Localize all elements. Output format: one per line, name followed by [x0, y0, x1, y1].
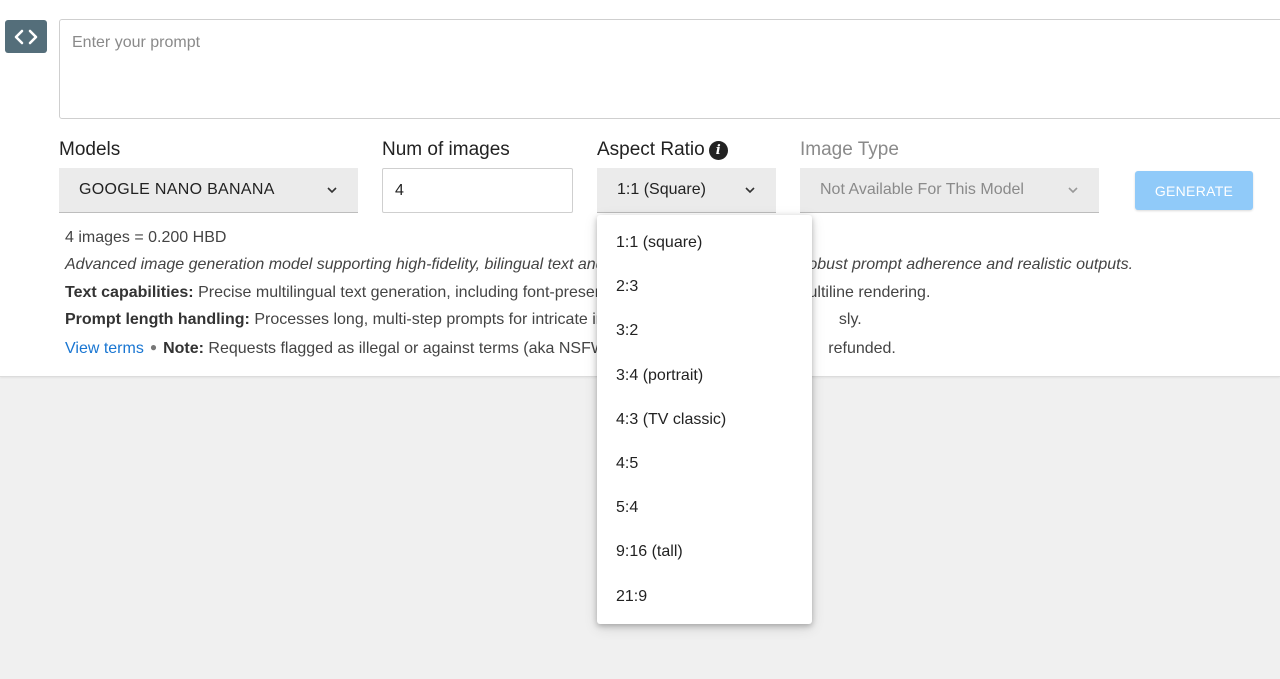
text-capabilities-left: Precise multilingual text generation, in…	[193, 283, 621, 301]
aspect-option[interactable]: 3:4 (portrait)	[597, 354, 812, 398]
prompt-input[interactable]	[59, 19, 1280, 119]
models-selected-value: GOOGLE NANO BANANA	[79, 181, 275, 198]
prompt-length-left: Processes long, multi-step prompts for i…	[249, 311, 627, 329]
text-capabilities-label: Text capabilities:	[65, 283, 194, 301]
generate-button[interactable]: GENERATE	[1135, 171, 1253, 210]
image-type-label: Image Type	[800, 139, 899, 160]
code-brackets-icon	[14, 29, 38, 44]
aspect-option[interactable]: 4:5	[597, 442, 812, 486]
aspect-option[interactable]: 1:1 (square)	[597, 221, 812, 265]
aspect-ratio-dropdown: 1:1 (square) 2:3 3:2 3:4 (portrait) 4:3 …	[597, 215, 812, 624]
separator-dot: ●	[149, 339, 158, 354]
aspect-ratio-label-text: Aspect Ratio	[597, 139, 705, 160]
note-left: Requests flagged as illegal or against t…	[203, 339, 612, 357]
model-description-left: Advanced image generation model supporti…	[65, 256, 610, 274]
image-type-select: Not Available For This Model	[800, 168, 1099, 213]
aspect-ratio-selected-value: 1:1 (Square)	[617, 181, 706, 198]
info-icon[interactable]: i	[708, 141, 728, 160]
view-terms-link[interactable]: View terms	[65, 340, 144, 357]
model-description-right: robust prompt adherence and realistic ou…	[803, 256, 1134, 274]
chevron-down-icon	[745, 187, 755, 194]
models-select[interactable]: GOOGLE NANO BANANA	[59, 168, 358, 213]
chevron-down-icon	[327, 187, 337, 194]
aspect-option[interactable]: 21:9	[597, 575, 812, 619]
num-images-input[interactable]	[382, 168, 573, 213]
aspect-option[interactable]: 5:4	[597, 486, 812, 530]
aspect-option[interactable]: 3:2	[597, 309, 812, 353]
note-label: Note:	[163, 339, 204, 357]
aspect-option[interactable]: 9:16 (tall)	[597, 530, 812, 574]
note-right: refunded.	[828, 339, 896, 357]
num-images-label: Num of images	[382, 139, 510, 160]
text-capabilities-right: ultiline rendering.	[808, 283, 931, 301]
prompt-length-label: Prompt length handling:	[65, 311, 250, 329]
chevron-down-icon	[1068, 187, 1078, 194]
aspect-option[interactable]: 2:3	[597, 265, 812, 309]
code-toggle-button[interactable]	[5, 20, 47, 53]
prompt-length-right: sly.	[838, 311, 862, 329]
aspect-ratio-select[interactable]: 1:1 (Square)	[597, 168, 776, 213]
models-label: Models	[59, 139, 121, 160]
image-type-selected-value: Not Available For This Model	[820, 181, 1024, 198]
aspect-ratio-label: Aspect Ratio i	[597, 139, 728, 161]
aspect-option[interactable]: 4:3 (TV classic)	[597, 398, 812, 442]
